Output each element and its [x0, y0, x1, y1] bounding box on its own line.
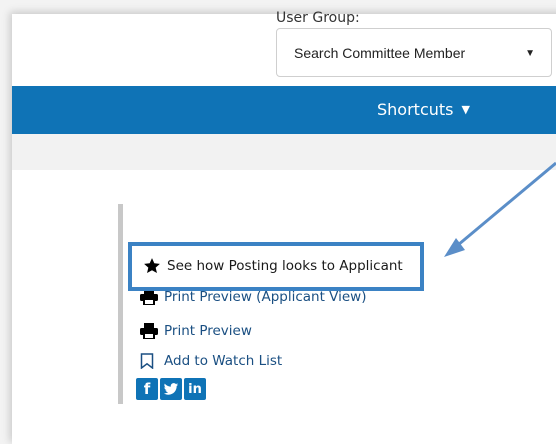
print-preview-applicant-link[interactable]: Print Preview (Applicant View) — [140, 289, 366, 305]
sub-nav-bar — [12, 134, 556, 170]
user-group-selected-value: Search Committee Member — [294, 45, 466, 61]
add-to-watch-list-label: Add to Watch List — [164, 353, 283, 369]
sidebar-divider — [118, 204, 123, 404]
top-nav-bar: Shortcuts ▼ — [12, 86, 556, 134]
printer-icon — [140, 289, 164, 305]
print-preview-link[interactable]: Print Preview — [140, 323, 252, 339]
social-share-icons: f in — [136, 378, 206, 400]
shortcuts-menu-button[interactable]: Shortcuts ▼ — [377, 100, 470, 119]
facebook-icon[interactable]: f — [136, 378, 158, 400]
highlight-box — [128, 242, 424, 291]
twitter-icon[interactable] — [160, 378, 182, 400]
add-to-watch-list-link[interactable]: Add to Watch List — [140, 353, 282, 369]
linkedin-icon[interactable]: in — [184, 378, 206, 400]
user-group-select[interactable]: Search Committee Member ▼ — [276, 28, 552, 77]
print-preview-applicant-label: Print Preview (Applicant View) — [164, 289, 367, 305]
page-frame — [12, 14, 556, 444]
printer-icon — [140, 323, 164, 339]
caret-down-icon: ▼ — [461, 103, 470, 116]
bookmark-icon — [140, 353, 164, 369]
shortcuts-label: Shortcuts — [377, 100, 454, 119]
user-group-label: User Group: — [276, 10, 360, 26]
chevron-down-icon: ▼ — [525, 48, 535, 59]
print-preview-label: Print Preview — [164, 323, 252, 339]
